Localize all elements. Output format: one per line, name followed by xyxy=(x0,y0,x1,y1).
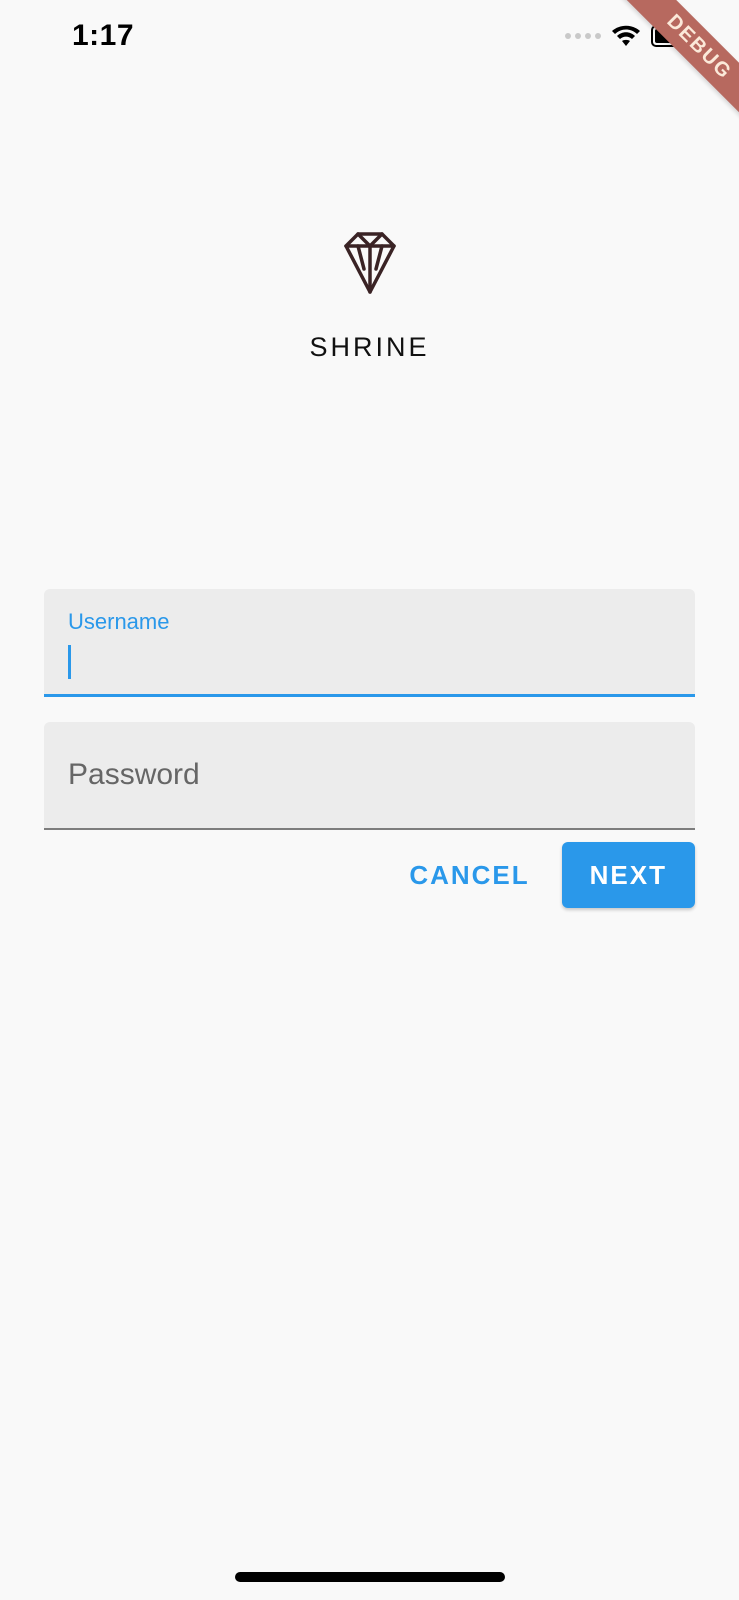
login-form: Username Password CANCEL NEXT xyxy=(44,589,695,908)
logo-block: SHRINE xyxy=(44,232,695,363)
username-field[interactable]: Username xyxy=(44,589,695,697)
next-button[interactable]: NEXT xyxy=(562,842,695,908)
app-name: SHRINE xyxy=(309,332,429,363)
home-indicator[interactable] xyxy=(235,1572,505,1582)
username-label: Username xyxy=(68,609,169,635)
login-screen: SHRINE Username Password CANCEL NEXT xyxy=(0,232,739,908)
wifi-icon xyxy=(611,25,641,47)
password-field[interactable]: Password xyxy=(44,722,695,830)
status-time: 1:17 xyxy=(72,19,134,53)
cancel-button[interactable]: CANCEL xyxy=(381,842,557,908)
diamond-icon xyxy=(338,232,402,296)
button-row: CANCEL NEXT xyxy=(44,842,695,908)
status-bar: 1:17 xyxy=(0,0,739,72)
username-input[interactable] xyxy=(68,637,671,677)
cellular-dots-icon xyxy=(565,33,601,39)
